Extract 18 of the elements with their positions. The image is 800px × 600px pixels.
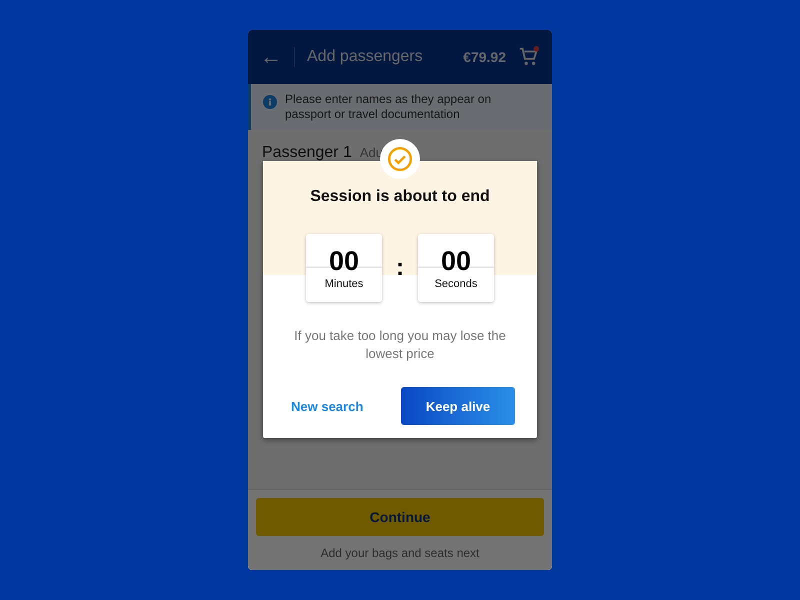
cart-total: €79.92 — [463, 49, 506, 65]
countdown-value: 00 — [328, 246, 360, 276]
page-title: Add passengers — [307, 48, 424, 66]
time-separator: : — [396, 254, 404, 282]
notice-text: Please enter names as they appear on passport or travel documentation — [285, 92, 492, 122]
passenger-title: Passenger 1 — [262, 144, 352, 162]
countdown-unit: Seconds — [434, 278, 478, 290]
dialog-message: If you take too long you may lose the lowest price — [293, 327, 507, 363]
footer-hint: Add your bags and seats next — [320, 546, 480, 560]
new-search-link[interactable]: New search — [291, 394, 364, 418]
countdown-value: 00 — [440, 246, 472, 276]
dialog-title: Session is about to end — [310, 188, 490, 206]
continue-button[interactable]: Continue — [256, 498, 544, 536]
countdown-unit: Minutes — [324, 278, 364, 290]
cart-icon[interactable] — [518, 46, 540, 68]
keep-alive-button[interactable]: Keep alive — [401, 387, 515, 425]
info-icon — [263, 95, 277, 109]
back-button[interactable]: ← — [260, 44, 282, 70]
